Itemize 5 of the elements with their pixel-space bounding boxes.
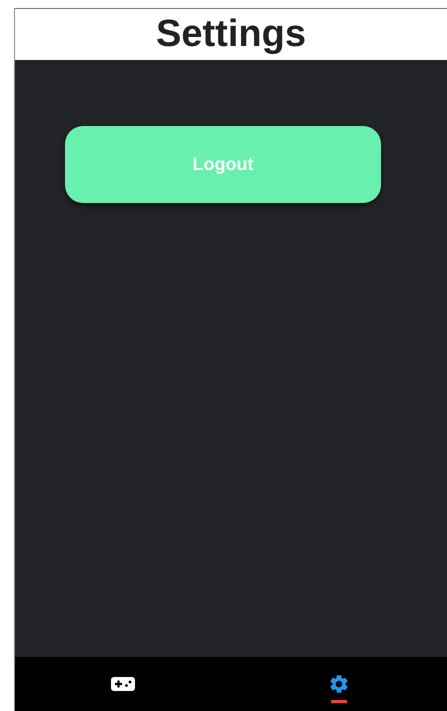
settings-icon — [328, 673, 350, 695]
gamepad-icon — [111, 677, 135, 691]
active-indicator — [331, 700, 347, 703]
page-title: Settings — [156, 13, 306, 56]
logout-button[interactable]: Logout — [65, 126, 381, 203]
